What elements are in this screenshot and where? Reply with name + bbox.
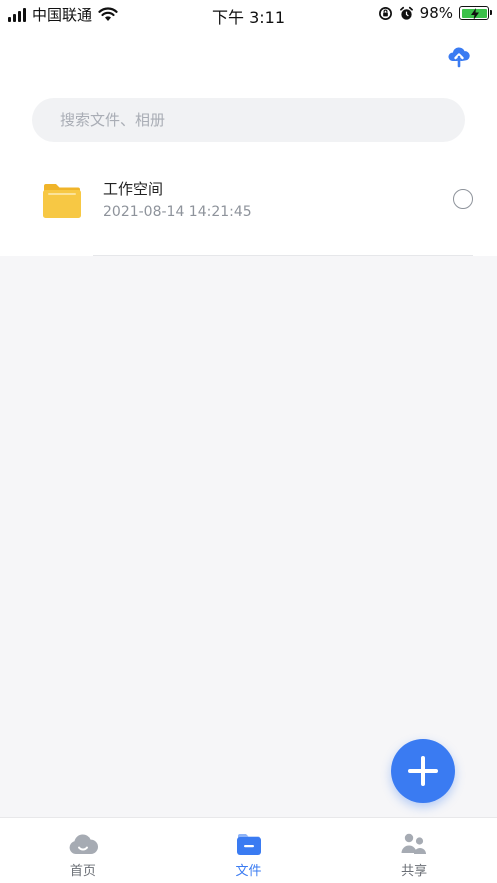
cloud-home-icon [69,834,98,854]
file-date: 2021-08-14 14:21:45 [103,204,252,220]
tab-share[interactable]: 共享 [331,818,497,883]
battery-icon [459,6,492,20]
tab-home[interactable]: 首页 [0,818,166,883]
alarm-icon [399,6,413,20]
tab-label: 共享 [401,864,428,879]
status-right: 98% [378,4,492,22]
battery-percent: 98% [419,4,453,22]
bottom-tab-bar: 首页 文件 共享 [0,817,497,883]
file-name: 工作空间 [103,180,164,198]
folder-icon [43,184,81,218]
select-radio[interactable] [453,189,473,209]
people-share-icon [401,833,427,854]
tab-label: 文件 [235,864,262,879]
tab-label: 首页 [69,864,96,879]
list-item[interactable]: 工作空间 2021-08-14 14:21:45 [0,160,497,256]
search-bar[interactable] [32,98,465,142]
tab-files[interactable]: 文件 [166,818,332,883]
status-bar: 中国联通 下午 3:11 98% [0,0,497,28]
plus-icon [408,756,438,786]
file-folder-icon [236,834,261,855]
search-input[interactable] [60,111,465,129]
cloud-transfer-icon[interactable] [447,44,471,68]
row-divider [93,255,473,256]
add-button[interactable] [391,739,455,803]
rotation-lock-icon [378,6,392,20]
